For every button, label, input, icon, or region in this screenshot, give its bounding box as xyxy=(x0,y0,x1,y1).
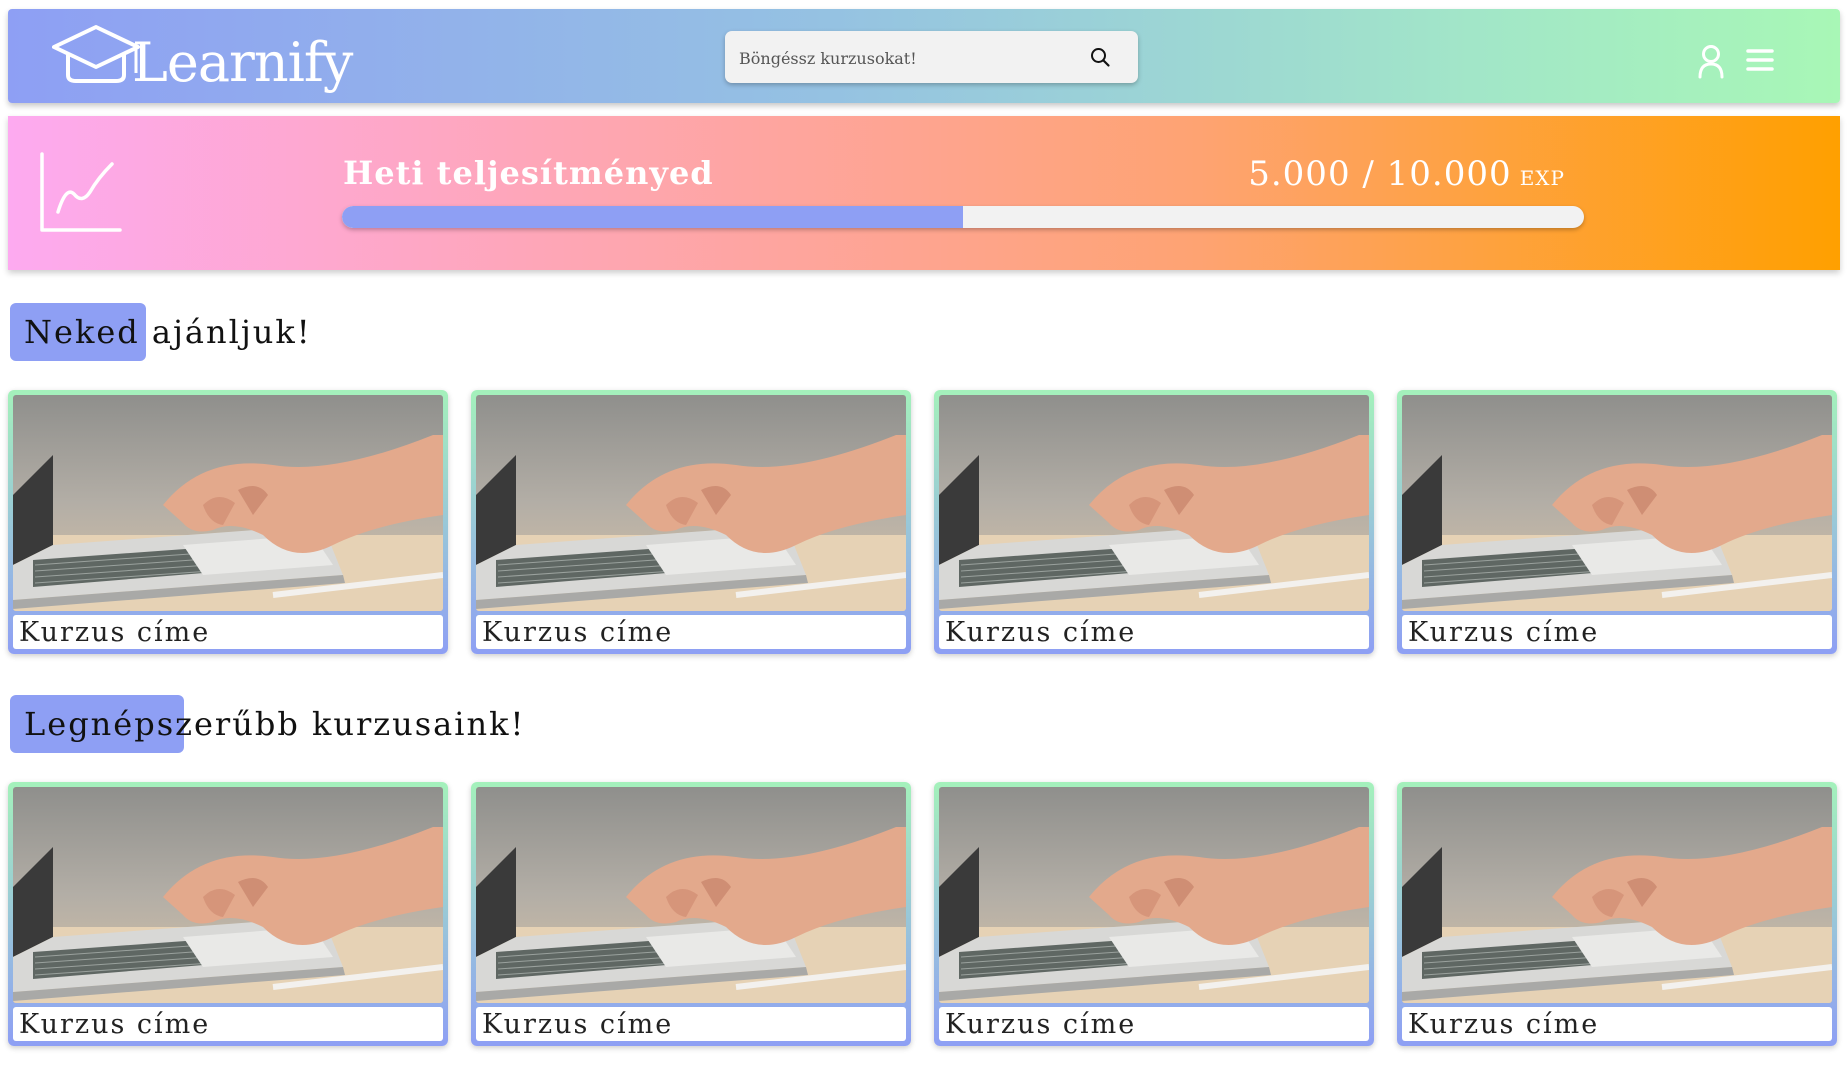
graduation-cap-icon xyxy=(52,25,140,83)
section-title-recommended: Neked ajánljuk! xyxy=(10,303,312,361)
progress-value-text: 5.000 / 10.000 xyxy=(1248,154,1512,194)
section-title-popular: Legnépszerűbb kurzusaink! xyxy=(10,695,525,753)
course-title: Kurzus címe xyxy=(476,615,906,649)
course-card[interactable]: Kurzus címe xyxy=(8,782,448,1046)
course-title: Kurzus címe xyxy=(1402,615,1832,649)
progress-bar-fill xyxy=(342,206,963,228)
course-thumbnail xyxy=(939,787,1369,1003)
course-title: Kurzus címe xyxy=(13,1007,443,1041)
course-thumbnail xyxy=(476,395,906,611)
progress-bar xyxy=(342,206,1584,228)
search-input[interactable] xyxy=(737,31,1071,85)
course-thumbnail xyxy=(1402,395,1832,611)
section-title-text: Legnépszerűbb kurzusaink! xyxy=(24,705,526,743)
course-card[interactable]: Kurzus címe xyxy=(934,782,1374,1046)
course-title: Kurzus címe xyxy=(1402,1007,1832,1041)
weekly-progress-banner: Heti teljesítményed 5.000 / 10.000 EXP xyxy=(8,116,1840,270)
course-title: Kurzus címe xyxy=(939,615,1369,649)
section-title-text: Neked ajánljuk! xyxy=(24,313,312,351)
progress-value: 5.000 / 10.000 EXP xyxy=(1248,154,1565,194)
course-thumbnail xyxy=(13,787,443,1003)
progress-unit: EXP xyxy=(1519,166,1565,190)
course-card[interactable]: Kurzus címe xyxy=(1397,390,1837,654)
course-title: Kurzus címe xyxy=(939,1007,1369,1041)
course-title: Kurzus címe xyxy=(476,1007,906,1041)
search-icon[interactable] xyxy=(1089,46,1111,68)
progress-title: Heti teljesítményed xyxy=(343,154,714,192)
logo-text: Learnify xyxy=(132,31,353,94)
user-icon[interactable] xyxy=(1697,43,1725,79)
course-card[interactable]: Kurzus címe xyxy=(1397,782,1837,1046)
course-thumbnail xyxy=(476,787,906,1003)
course-card[interactable]: Kurzus címe xyxy=(471,782,911,1046)
course-title: Kurzus címe xyxy=(13,615,443,649)
course-card[interactable]: Kurzus címe xyxy=(934,390,1374,654)
trend-chart-icon xyxy=(40,152,122,232)
course-thumbnail xyxy=(1402,787,1832,1003)
course-card[interactable]: Kurzus címe xyxy=(471,390,911,654)
course-card[interactable]: Kurzus címe xyxy=(8,390,448,654)
menu-icon[interactable] xyxy=(1746,47,1774,73)
top-navbar: Learnify xyxy=(8,9,1840,103)
search-bar xyxy=(725,31,1138,85)
course-thumbnail xyxy=(13,395,443,611)
course-thumbnail xyxy=(939,395,1369,611)
